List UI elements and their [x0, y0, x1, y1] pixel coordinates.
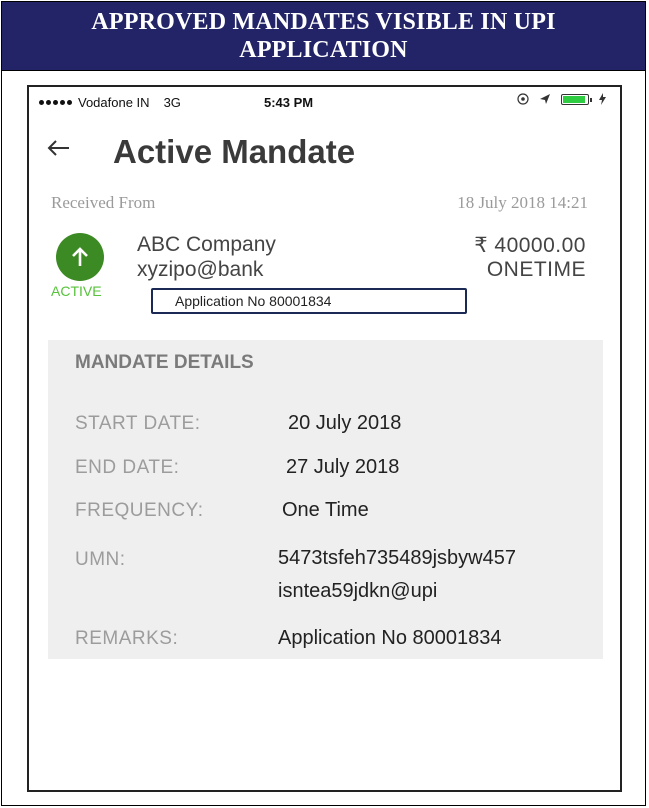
- phone-screen: Vodafone IN 3G 5:43 PM Active Mandate Re…: [27, 85, 622, 792]
- umn-value-line1: 5473tsfeh735489jsbyw457: [278, 547, 516, 569]
- end-date-label: END DATE:: [75, 457, 180, 478]
- start-date-label: START DATE:: [75, 413, 201, 434]
- active-status-icon: [56, 233, 104, 281]
- page-title: Active Mandate: [113, 133, 356, 170]
- details-heading: MANDATE DETAILS: [75, 352, 254, 373]
- location-icon: [540, 94, 550, 104]
- status-time: 5:43 PM: [264, 95, 314, 110]
- network-type: 3G: [163, 95, 181, 110]
- mandate-details-card: MANDATE DETAILS START DATE: 20 July 2018…: [48, 340, 603, 659]
- frequency-value: One Time: [282, 499, 369, 521]
- banner-title: APPROVED MANDATES VISIBLE IN UPI APPLICA…: [91, 9, 556, 63]
- end-date-value: 27 July 2018: [286, 456, 400, 478]
- status-badge: ACTIVE: [51, 283, 102, 299]
- umn-label: UMN:: [75, 549, 126, 570]
- carrier-name: Vodafone IN: [78, 95, 150, 110]
- remarks-label: REMARKS:: [75, 628, 179, 649]
- payee-name: ABC Company: [137, 233, 276, 256]
- mandate-amount: ₹ 40000.00: [474, 234, 586, 257]
- application-number: Application No 80001834: [175, 293, 332, 309]
- received-datetime: 18 July 2018 14:21: [457, 193, 588, 212]
- battery-icon: [561, 93, 592, 105]
- received-from-label: Received From: [51, 193, 156, 212]
- status-bar-left: Vodafone IN 3G: [39, 95, 181, 110]
- charging-icon: [599, 93, 606, 105]
- navigation-bar: Active Mandate: [29, 127, 620, 177]
- application-number-box: Application No 80001834: [151, 288, 467, 314]
- start-date-value: 20 July 2018: [288, 412, 402, 434]
- back-arrow-icon[interactable]: [45, 135, 71, 168]
- lock-rotation-icon: [517, 93, 529, 105]
- signal-strength-icon: [39, 100, 72, 105]
- frequency-label: FREQUENCY:: [75, 500, 204, 521]
- payee-vpa: xyzipo@bank: [137, 258, 264, 281]
- banner: APPROVED MANDATES VISIBLE IN UPI APPLICA…: [1, 1, 646, 71]
- remarks-value: Application No 80001834: [278, 627, 502, 649]
- umn-value-line2: isntea59jdkn@upi: [278, 580, 438, 602]
- status-bar-right: [517, 93, 606, 105]
- status-bar: Vodafone IN 3G 5:43 PM: [29, 87, 620, 117]
- mandate-type: ONETIME: [486, 258, 586, 281]
